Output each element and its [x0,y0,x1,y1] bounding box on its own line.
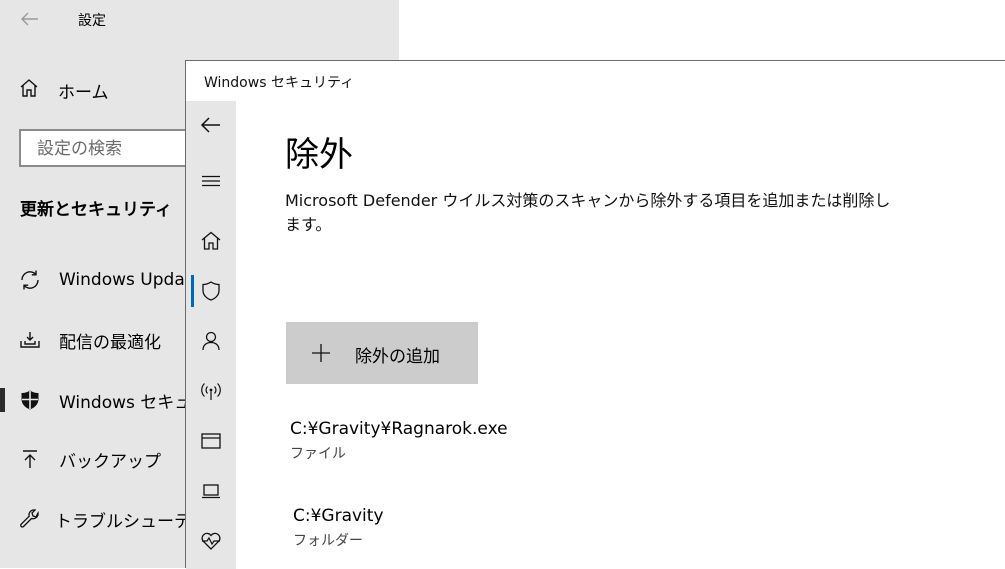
hamburger-menu-icon[interactable] [199,169,223,193]
exclusion-item[interactable]: C:¥Gravity¥Ragnarok.exe ファイル [290,419,508,463]
shield-icon [18,388,42,412]
exclusion-type: ファイル [290,446,346,462]
add-exclusion-label: 除外の追加 [355,347,440,366]
health-heart-icon[interactable] [199,529,223,553]
page-description: Microsoft Defender ウイルス対策のスキャンから除外する項目を追… [285,191,891,234]
nav-label: バックアップ [59,451,161,472]
wrench-icon [18,507,42,531]
backup-arrow-icon [18,447,42,471]
wireless-icon[interactable] [199,379,223,403]
exclusion-item[interactable]: C:¥Gravity フォルダー [293,506,384,550]
windows-security-window: Windows セキュリティ 除外 Microsoft Defender ウイル… [185,60,1005,569]
app-browser-icon[interactable] [199,429,223,453]
back-arrow-icon[interactable] [199,113,223,137]
section-title: 更新とセキュリティ [20,200,172,220]
account-icon[interactable] [199,329,223,353]
active-indicator [191,275,194,307]
settings-title: 設定 [78,13,106,29]
desktop-area [399,0,1005,60]
plus-icon [311,343,331,363]
nav-label: Windows Upda [59,270,185,290]
home-icon [18,77,40,103]
nav-home[interactable]: ホーム [18,77,109,103]
sync-icon [18,268,42,292]
device-security-icon[interactable] [199,479,223,503]
home-icon[interactable] [199,229,223,253]
exclusion-path: C:¥Gravity¥Ragnarok.exe [290,419,508,439]
nav-home-label: ホーム [58,82,109,103]
nav-label: 配信の最適化 [59,332,161,353]
exclusion-type: フォルダー [293,533,363,549]
delivery-optimization-icon [18,328,42,352]
shield-icon[interactable] [199,279,223,303]
navigation-rail [186,101,236,569]
add-exclusion-button[interactable]: 除外の追加 [286,322,478,384]
page-title: 除外 [285,135,353,175]
nav-label: Windows セキュ [59,392,192,413]
window-title: Windows セキュリティ [204,75,355,91]
exclusion-path: C:¥Gravity [293,506,384,526]
back-arrow-icon[interactable] [18,8,42,30]
